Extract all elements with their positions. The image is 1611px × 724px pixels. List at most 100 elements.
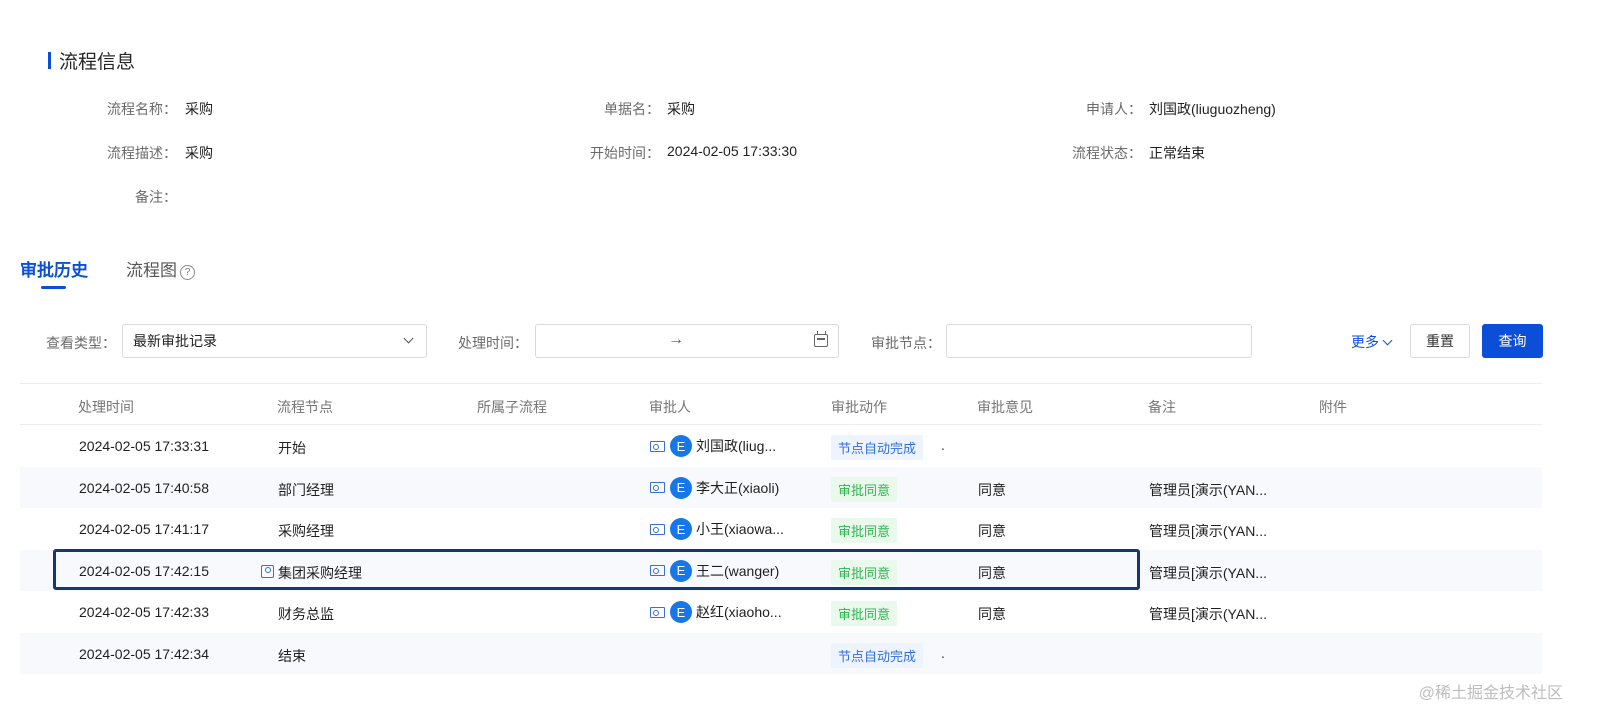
id-card-icon (650, 523, 665, 535)
doc-name-label: 单据名： (604, 101, 660, 117)
approval-history-table: 处理时间 流程节点 所属子流程 审批人 审批动作 审批意见 备注 附件 2024… (20, 383, 1542, 674)
avatar: E (670, 559, 692, 582)
doc-name-value: 采购 (667, 101, 695, 117)
row-approver[interactable]: E 李大正(xiaoli) (650, 476, 780, 499)
row-time: 2024-02-05 17:33:31 (79, 438, 209, 454)
column-header: 审批动作 (831, 399, 887, 415)
table-row: 2024-02-05 17:42:34 结束 节点自动完成 . (20, 632, 1542, 674)
start-time-label: 开始时间： (590, 145, 660, 161)
row-time: 2024-02-05 17:42:34 (79, 645, 209, 662)
row-approver[interactable]: E 小王(xiaowa... (650, 518, 784, 540)
tab-approval-history[interactable]: 审批历史 (20, 256, 88, 281)
action-tag: 节点自动完成 (831, 435, 924, 460)
title-accent-bar (48, 51, 51, 69)
approver-name: 小王(xiaowa... (696, 521, 784, 537)
approval-node-input[interactable] (946, 324, 1252, 358)
row-node: 部门经理 (278, 481, 334, 498)
id-card-icon (650, 565, 665, 576)
row-remark: 管理员[演示(YAN... (1149, 606, 1267, 622)
table-row: 2024-02-05 17:40:58 部门经理 E 李大正(xiaoli) 审… (20, 466, 1542, 508)
row-approver[interactable]: E 刘国政(liug... (650, 435, 776, 457)
column-header: 所属子流程 (477, 399, 547, 415)
table-header: 处理时间 流程节点 所属子流程 审批人 审批动作 审批意见 备注 附件 (20, 383, 1542, 425)
column-header: 流程节点 (277, 399, 333, 415)
row-opinion: 同意 (978, 481, 1006, 498)
applicant-label: 申请人： (1086, 101, 1142, 117)
range-arrow-icon: → (668, 331, 684, 348)
row-time: 2024-02-05 17:41:17 (79, 521, 209, 537)
query-button[interactable]: 查询 (1482, 324, 1543, 358)
watermark: @稀土掘金技术社区 (1418, 685, 1563, 702)
view-type-select[interactable]: 最新审批记录 (122, 324, 427, 358)
id-card-icon (650, 606, 665, 618)
process-name-label: 流程名称： (107, 101, 177, 117)
row-node: 集团采购经理 (278, 564, 362, 581)
active-tab-indicator (41, 286, 66, 289)
row-opinion: 同意 (978, 606, 1006, 622)
person-node-icon (261, 564, 274, 578)
row-node: 财务总监 (278, 606, 334, 622)
row-remark: 管理员[演示(YAN... (1149, 481, 1267, 498)
table-row: 2024-02-05 17:42:33 财务总监 E 赵红(xiaoho... … (20, 591, 1542, 633)
help-icon[interactable]: ? (180, 265, 195, 280)
row-remark: 管理员[演示(YAN... (1149, 523, 1267, 539)
row-opinion: 同意 (978, 523, 1006, 539)
view-type-label: 查看类型： (46, 335, 116, 351)
approval-node-label: 审批节点： (871, 335, 941, 351)
process-time-range-picker[interactable]: → (535, 324, 839, 358)
more-button[interactable]: 更多 (1351, 332, 1393, 352)
more-label: 更多 (1351, 334, 1379, 350)
row-time: 2024-02-05 17:42:33 (79, 604, 209, 620)
action-tag: 审批同意 (831, 559, 898, 585)
chevron-down-icon (403, 333, 414, 344)
column-header: 处理时间 (78, 399, 134, 415)
approver-name: 李大正(xiaoli) (696, 479, 780, 496)
section-title: 流程信息 (48, 48, 136, 73)
process-desc-label: 流程描述： (107, 145, 177, 161)
column-header: 备注 (1148, 399, 1176, 415)
chevron-down-icon (1382, 335, 1393, 345)
id-card-icon (650, 482, 665, 493)
avatar: E (670, 601, 692, 623)
table-row: 2024-02-05 17:42:15 集团采购经理 E 王二(wanger) … (20, 549, 1542, 591)
calendar-icon (814, 331, 828, 347)
row-time: 2024-02-05 17:40:58 (79, 479, 209, 496)
process-status-value: 正常结束 (1149, 145, 1205, 161)
approver-name: 赵红(xiaoho... (696, 604, 782, 620)
action-dot: . (941, 644, 945, 661)
view-type-value: 最新审批记录 (133, 333, 217, 349)
row-opinion: 同意 (978, 564, 1006, 581)
table-row: 2024-02-05 17:33:31 开始 E 刘国政(liug... 节点自… (20, 425, 1542, 467)
applicant-value: 刘国政(liuguozheng) (1149, 101, 1276, 117)
reset-button[interactable]: 重置 (1410, 324, 1470, 358)
process-name-value: 采购 (185, 101, 213, 117)
action-tag: 节点自动完成 (831, 642, 924, 668)
start-time-value: 2024-02-05 17:33:30 (667, 143, 797, 159)
tab-flow-chart-label: 流程图 (126, 261, 177, 280)
action-tag: 审批同意 (831, 518, 898, 543)
action-tag: 审批同意 (831, 476, 898, 502)
column-header: 附件 (1319, 399, 1347, 415)
process-time-label: 处理时间： (458, 335, 528, 351)
row-remark: 管理员[演示(YAN... (1149, 564, 1267, 581)
column-header: 审批人 (649, 399, 691, 415)
process-status-label: 流程状态： (1072, 145, 1142, 161)
remark-label: 备注： (135, 189, 177, 205)
row-approver[interactable]: E 王二(wanger) (650, 559, 780, 582)
process-desc-value: 采购 (185, 145, 213, 161)
approver-name: 王二(wanger) (696, 562, 780, 579)
row-node: 开始 (278, 440, 306, 456)
avatar: E (670, 518, 692, 540)
id-card-icon (650, 440, 665, 452)
approver-name: 刘国政(liug... (696, 438, 777, 454)
tab-flow-chart[interactable]: 流程图? (126, 256, 195, 281)
column-header: 审批意见 (977, 399, 1033, 415)
row-approver[interactable]: E 赵红(xiaoho... (650, 601, 782, 623)
section-title-text: 流程信息 (59, 51, 136, 73)
action-tag: 审批同意 (831, 601, 898, 626)
avatar: E (670, 435, 692, 457)
row-node: 结束 (278, 647, 306, 664)
row-node: 采购经理 (278, 523, 334, 539)
row-time: 2024-02-05 17:42:15 (79, 562, 209, 579)
action-dot: . (941, 437, 945, 453)
